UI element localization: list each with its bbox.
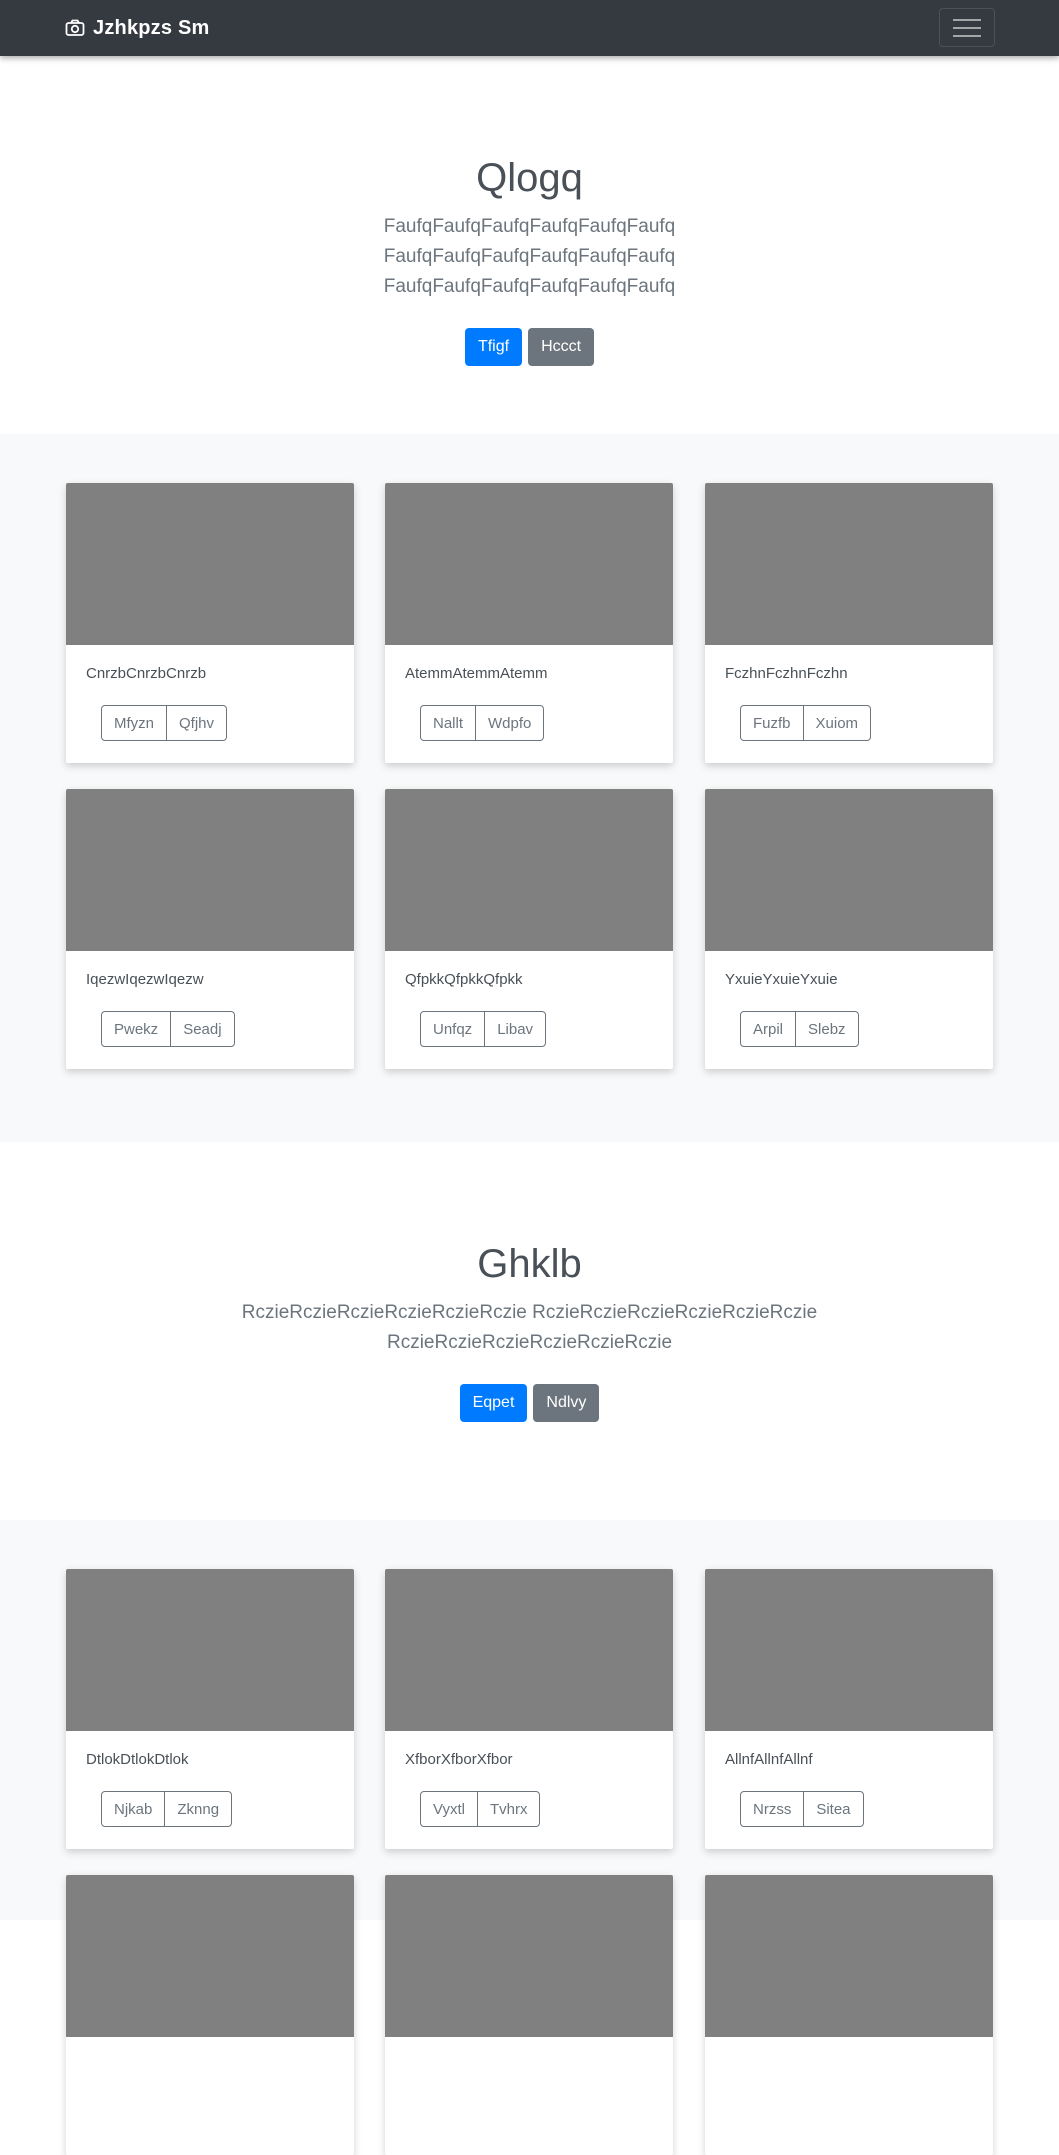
album-card: XfborXfborXfbor Vyxtl Tvhrx [385, 1569, 673, 1849]
card-button-1[interactable]: Njkab [101, 1791, 166, 1827]
album-card: FczhnFczhnFczhn Fuzfb Xuiom [705, 483, 993, 763]
card-text: AtemmAtemmAtemm [405, 665, 548, 682]
card-button-1[interactable]: Arpil [740, 1011, 797, 1047]
card-button-2[interactable]: Wdpfo [475, 705, 545, 741]
primary-button[interactable]: Tfigf [464, 328, 523, 366]
secondary-button[interactable]: Hccct [528, 328, 595, 366]
card-thumbnail [705, 1875, 993, 2037]
card-button-1[interactable]: Mfyzn [101, 705, 168, 741]
jumbotron-heading: Qlogq [476, 156, 583, 200]
hamburger-icon [953, 18, 981, 37]
album-card: IqezwIqezwIqezw Pwekz Seadj [66, 789, 354, 1069]
card-text: DtlokDtlokDtlok [86, 1751, 189, 1768]
card-button-2[interactable]: Qfjhv [166, 705, 228, 741]
brand-link[interactable]: Jzhkpzs Sm [65, 14, 209, 42]
brand-text: Jzhkpzs Sm [93, 16, 210, 39]
card-thumbnail [385, 789, 673, 951]
primary-button[interactable]: Eqpet [459, 1384, 528, 1422]
jumbotron-actions: Eqpet Ndlvy [0, 1384, 1059, 1422]
card-button-2[interactable]: Slebz [795, 1011, 859, 1047]
card-button-2[interactable]: Tvhrx [476, 1791, 541, 1827]
card-button-2[interactable]: Sitea [803, 1791, 864, 1827]
secondary-button[interactable]: Ndlvy [533, 1384, 600, 1422]
card-thumbnail [705, 1569, 993, 1731]
card-text: YxuieYxuieYxuie [725, 971, 838, 988]
card-text: AllnfAllnfAllnf [725, 1751, 813, 1768]
card-text: IqezwIqezwIqezw [86, 971, 204, 988]
album-card: DtlokDtlokDtlok Njkab Zknng [66, 1569, 354, 1849]
card-text: QfpkkQfpkkQfpkk [405, 971, 523, 988]
album-card-partial [66, 1875, 354, 2155]
card-button-2[interactable]: Libav [484, 1011, 547, 1047]
jumbotron-actions: Tfigf Hccct [0, 328, 1059, 366]
card-button-1[interactable]: Vyxtl [420, 1791, 478, 1827]
card-button-2[interactable]: Xuiom [802, 705, 872, 741]
card-button-group: Pwekz Seadj [101, 1011, 235, 1047]
card-thumbnail [385, 1569, 673, 1731]
card-button-1[interactable]: Pwekz [101, 1011, 172, 1047]
jumbotron-lead: FaufqFaufqFaufqFaufqFaufqFaufq FaufqFauf… [383, 216, 676, 297]
card-text: FczhnFczhnFczhn [725, 665, 848, 682]
jumbotron-1: Qlogq FaufqFaufqFaufqFaufqFaufqFaufq Fau… [0, 154, 1059, 366]
album-card: CnrzbCnrzbCnrzb Mfyzn Qfjhv [66, 483, 354, 763]
card-button-1[interactable]: Nrzss [740, 1791, 805, 1827]
navbar-toggler-button[interactable] [939, 8, 995, 47]
card-button-2[interactable]: Seadj [170, 1011, 235, 1047]
card-thumbnail [705, 483, 993, 645]
card-thumbnail [66, 789, 354, 951]
card-button-group: Mfyzn Qfjhv [101, 705, 228, 741]
jumbotron-lead: RczieRczieRczieRczieRczieRczie RczieRczi… [241, 1302, 818, 1353]
card-text: XfborXfborXfbor [405, 1751, 513, 1768]
card-thumbnail [66, 1875, 354, 2037]
card-thumbnail [385, 1875, 673, 2037]
album-card: QfpkkQfpkkQfpkk Unfqz Libav [385, 789, 673, 1069]
card-button-group: Nrzss Sitea [740, 1791, 864, 1827]
card-button-2[interactable]: Zknng [164, 1791, 233, 1827]
album-card: AllnfAllnfAllnf Nrzss Sitea [705, 1569, 993, 1849]
navbar: Jzhkpzs Sm [0, 0, 1059, 56]
card-button-group: Unfqz Libav [420, 1011, 547, 1047]
card-button-group: Nallt Wdpfo [420, 705, 545, 741]
card-button-1[interactable]: Unfqz [420, 1011, 486, 1047]
album-section-2: DtlokDtlokDtlok Njkab Zknng XfborXfborXfb… [0, 1520, 1059, 2155]
card-button-group: Vyxtl Tvhrx [420, 1791, 541, 1827]
card-thumbnail [385, 483, 673, 645]
album-card: YxuieYxuieYxuie Arpil Slebz [705, 789, 993, 1069]
album-section-1: CnrzbCnrzbCnrzb Mfyzn Qfjhv AtemmAtemmAte… [0, 434, 1059, 1142]
card-thumbnail [66, 1569, 354, 1731]
card-button-1[interactable]: Nallt [420, 705, 477, 741]
card-text: CnrzbCnrzbCnrzb [86, 665, 207, 682]
card-button-group: Arpil Slebz [740, 1011, 859, 1047]
album-card: AtemmAtemmAtemm Nallt Wdpfo [385, 483, 673, 763]
card-thumbnail [705, 789, 993, 951]
camera-icon [65, 19, 85, 36]
jumbotron-2: Ghklb RczieRczieRczieRczieRczieRczie Rcz… [0, 1240, 1059, 1422]
card-button-group: Njkab Zknng [101, 1791, 233, 1827]
jumbotron-heading: Ghklb [477, 1242, 582, 1286]
album-card-partial [705, 1875, 993, 2155]
card-thumbnail [66, 483, 354, 645]
album-card-partial [385, 1875, 673, 2155]
card-button-1[interactable]: Fuzfb [740, 705, 804, 741]
card-button-group: Fuzfb Xuiom [740, 705, 872, 741]
